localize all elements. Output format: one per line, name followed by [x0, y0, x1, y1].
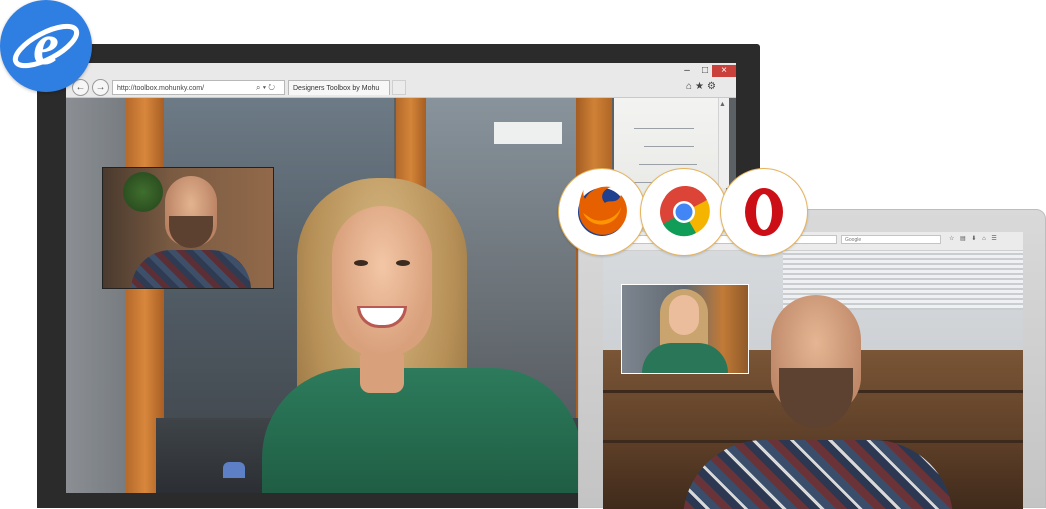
video-call-main-feed-laptop [603, 250, 1023, 509]
home-favorites-settings-icons[interactable]: ⌂★⚙ [686, 81, 719, 92]
remote-participant-woman [262, 178, 582, 493]
chrome-icon [660, 185, 710, 237]
firefox-icon [578, 186, 627, 236]
new-tab-button[interactable] [392, 80, 406, 95]
scroll-up-icon[interactable]: ▲ [719, 101, 726, 108]
address-tools-icons[interactable]: ⌕ ▾ ↻ [256, 80, 275, 95]
svg-text:e: e [33, 12, 59, 77]
self-view-video-laptop[interactable] [621, 284, 749, 374]
self-view-video[interactable] [102, 167, 274, 289]
forward-button[interactable]: → [92, 79, 109, 96]
close-button[interactable]: × [712, 65, 736, 77]
firefox-toolbar-icons[interactable]: ☆ ▤ ⬇ ⌂ ☰ [949, 235, 999, 242]
tab-designers-toolbox[interactable]: Designers Toolbox by Mohu [288, 80, 390, 95]
firefox-circle [558, 168, 646, 256]
ie-toolbar: – □ × ← → http://toolbox.mohunky.com/ ⌕ … [66, 63, 736, 98]
internet-explorer-logo: e [12, 12, 80, 77]
opera-icon [745, 188, 783, 236]
stand-object [223, 462, 245, 478]
chrome-circle [640, 168, 728, 256]
internet-explorer-icon: e [0, 0, 92, 92]
firefox-browser-window: Google ☆ ▤ ⬇ ⌂ ☰ [603, 232, 1023, 509]
opera-circle [720, 168, 808, 256]
minimize-button[interactable]: – [678, 65, 696, 77]
laptop-search-bar[interactable]: Google [841, 235, 941, 244]
